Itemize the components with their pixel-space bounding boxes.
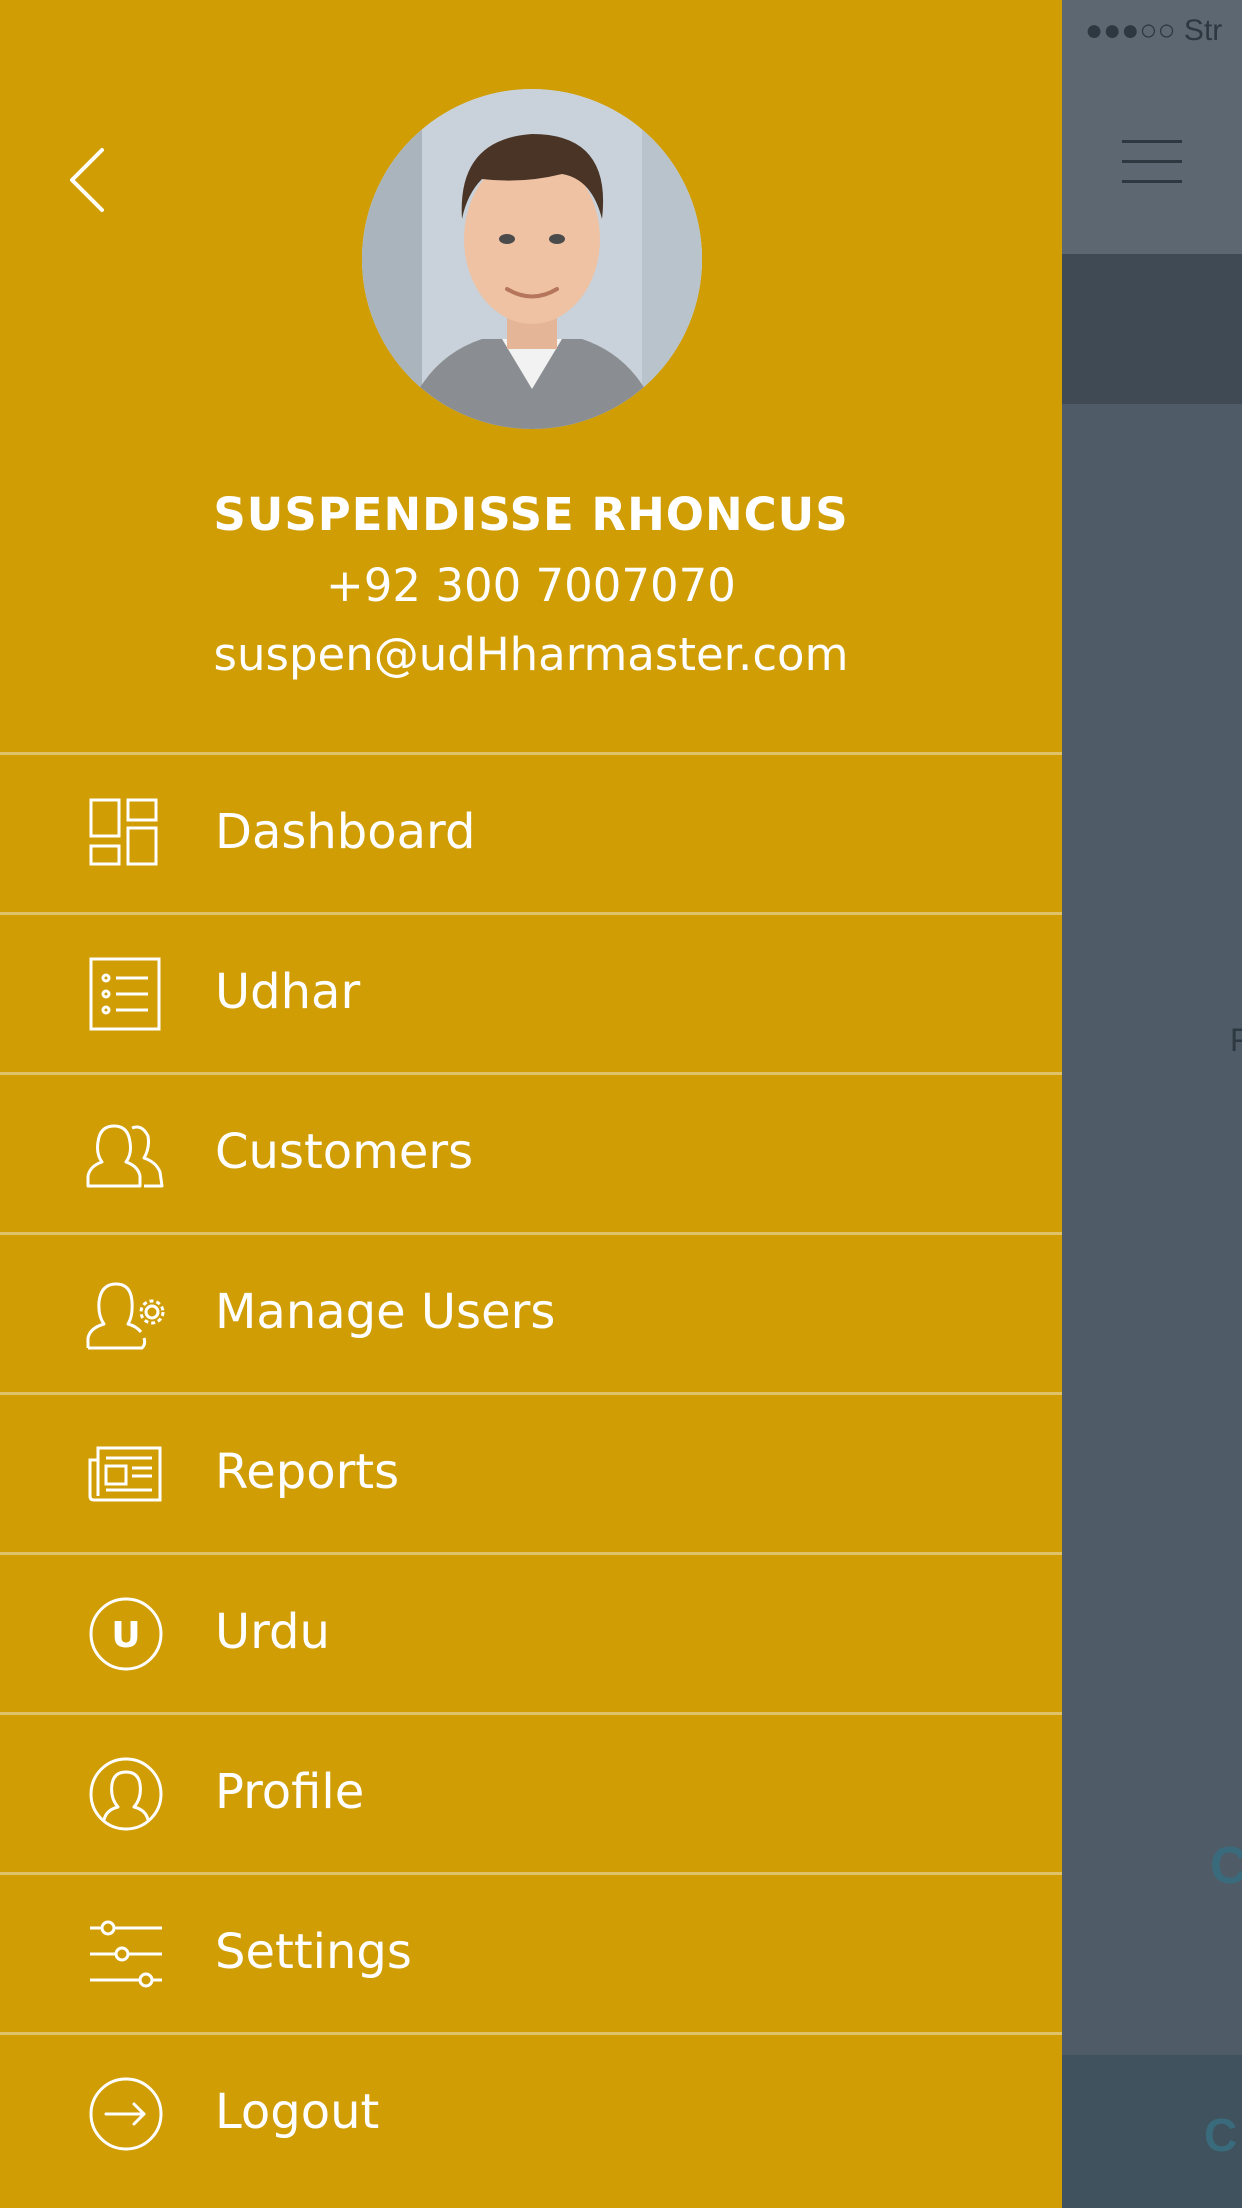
menu-label: Urdu [215,1603,330,1660]
reports-icon [88,1446,162,1501]
menu-item-customers[interactable]: Customers [0,1072,1062,1232]
profile-name: SUSPENDISSE RHONCUS [213,488,849,541]
menu-label: Dashboard [215,803,476,860]
dashboard-icon [89,798,158,865]
menu-item-urdu[interactable]: U Urdu [0,1552,1062,1712]
menu-item-dashboard[interactable]: Dashboard [0,752,1062,912]
back-button[interactable] [62,140,122,220]
menu-label: Reports [215,1443,400,1500]
avatar[interactable] [362,89,702,429]
user-photo [362,89,702,429]
menu-item-profile[interactable]: Profile [0,1712,1062,1872]
background-partial-text: F [1230,1022,1242,1058]
menu-label: Manage Users [215,1283,556,1340]
menu-item-settings[interactable]: Settings [0,1872,1062,2032]
menu-label: Customers [215,1123,474,1180]
menu-label: Logout [215,2083,380,2140]
settings-icon [90,1920,162,1987]
profile-icon [89,1757,163,1830]
logout-icon [89,2077,163,2150]
drawer-menu: Dashboard Udhar Customers Manage Users R… [0,752,1062,2192]
customers-icon [86,1124,164,1187]
menu-item-reports[interactable]: Reports [0,1392,1062,1552]
manage-users-icon [86,1282,165,1349]
navigation-drawer: SUSPENDISSE RHONCUS +92 300 7007070 susp… [0,0,1062,2208]
status-bar-carrier: ●●●○○ Str [1085,14,1223,47]
list-icon [89,957,161,1030]
menu-label: Settings [215,1923,412,1980]
hamburger-menu-icon[interactable] [1122,140,1182,183]
background-partial-text: C [1210,1837,1242,1895]
menu-item-logout[interactable]: Logout [0,2032,1062,2192]
background-partial-button-text[interactable]: C [1204,2108,1237,2162]
profile-email: suspen@udHharmaster.com [213,628,849,681]
menu-item-manage-users[interactable]: Manage Users [0,1232,1062,1392]
menu-item-udhar[interactable]: Udhar [0,912,1062,1072]
urdu-icon: U [89,1597,163,1670]
chevron-left-icon [70,148,104,212]
profile-phone: +92 300 7007070 [326,559,736,612]
menu-label: Udhar [215,963,361,1020]
urdu-icon-letter: U [111,1615,140,1656]
menu-label: Profile [215,1763,365,1820]
